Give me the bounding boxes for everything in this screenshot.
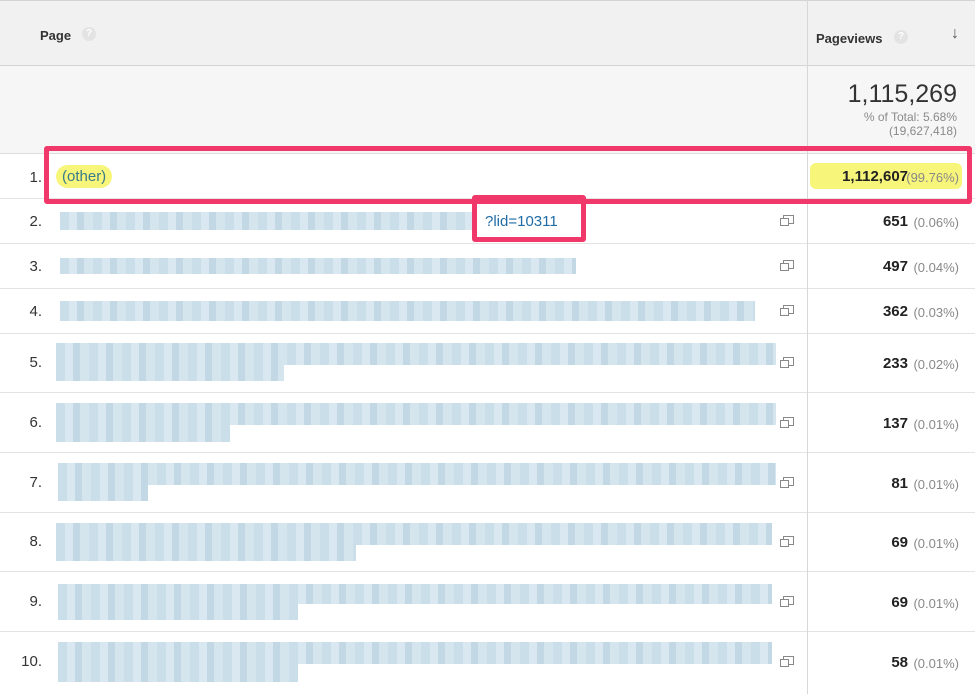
report-table: Page ? Pageviews ? ↓ 1,115,269 % of Tota… — [0, 0, 975, 694]
row-index: 3. — [29, 258, 42, 275]
row-pageviews: 497 — [882, 258, 908, 275]
total-percent: % of Total: 5.68% (19,627,418) — [864, 110, 957, 138]
row-index: 9. — [29, 593, 42, 610]
row-pageviews: 69 — [891, 594, 908, 611]
redacted-page-path[interactable] — [56, 403, 776, 425]
redacted-page-path-wrap — [56, 365, 284, 381]
table-row[interactable]: 5. 233 (0.02%) — [0, 334, 975, 393]
open-external-icon[interactable] — [780, 215, 794, 226]
total-percent-label: % of Total: 5.68% — [863, 110, 957, 124]
totals-row: 1,115,269 % of Total: 5.68% (19,627,418) — [0, 66, 975, 154]
open-external-icon[interactable] — [780, 417, 794, 428]
row-percent: (0.01%) — [913, 417, 959, 432]
row-percent: (0.01%) — [913, 596, 959, 611]
open-external-icon[interactable] — [780, 596, 794, 607]
redacted-page-path[interactable] — [58, 642, 772, 664]
open-external-icon[interactable] — [780, 357, 794, 368]
redacted-page-path-wrap — [58, 604, 298, 620]
row-pageviews: 362 — [882, 303, 908, 320]
total-pageviews: 1,115,269 — [847, 80, 957, 108]
row-index: 10. — [21, 653, 42, 670]
row-index: 2. — [29, 213, 42, 230]
page-column-header[interactable]: Page — [40, 28, 71, 43]
row-index: 7. — [29, 474, 42, 491]
row-pageviews: 58 — [891, 654, 908, 671]
row-percent: (0.01%) — [913, 477, 959, 492]
table-row[interactable]: 3. 497 (0.04%) — [0, 244, 975, 289]
table-row[interactable]: 7. 81 (0.01%) — [0, 453, 975, 513]
row-percent: (0.04%) — [913, 260, 959, 275]
open-external-icon[interactable] — [780, 536, 794, 547]
row-percent: (0.01%) — [913, 656, 959, 671]
pageviews-help-icon[interactable]: ? — [894, 30, 908, 44]
row-pageviews: 69 — [891, 534, 908, 551]
table-row[interactable]: 6. 137 (0.01%) — [0, 393, 975, 453]
redacted-page-path[interactable] — [58, 463, 776, 485]
row-index: 8. — [29, 533, 42, 550]
row-percent: (0.01%) — [913, 536, 959, 551]
open-external-icon[interactable] — [780, 305, 794, 316]
open-external-icon[interactable] — [780, 477, 794, 488]
redacted-page-path-wrap — [56, 425, 230, 442]
table-row[interactable]: 4. 362 (0.03%) — [0, 289, 975, 334]
arrow-down-icon[interactable]: ↓ — [951, 25, 959, 43]
row-percent: (0.02%) — [913, 357, 959, 372]
row-percent: (0.06%) — [913, 215, 959, 230]
redacted-page-path[interactable] — [60, 258, 576, 274]
redacted-page-path-wrap — [58, 664, 298, 682]
redacted-page-path-wrap — [56, 545, 356, 561]
pageviews-column-header[interactable]: Pageviews — [816, 31, 883, 46]
total-overall: (19,627,418) — [888, 124, 957, 138]
annotation-box-query-string — [472, 195, 586, 242]
redacted-page-path[interactable] — [58, 584, 772, 604]
row-pageviews: 81 — [891, 475, 908, 492]
redacted-page-path[interactable] — [60, 212, 475, 230]
row-percent: (0.03%) — [913, 305, 959, 320]
row-index: 5. — [29, 354, 42, 371]
row-pageviews: 651 — [882, 213, 908, 230]
table-row[interactable]: 10. 58 (0.01%) — [0, 632, 975, 694]
row-index: 1. — [29, 169, 42, 186]
redacted-page-path-wrap — [58, 485, 148, 501]
table-header: Page ? Pageviews ? ↓ — [0, 0, 975, 66]
row-pageviews: 137 — [882, 415, 908, 432]
row-index: 4. — [29, 303, 42, 320]
open-external-icon[interactable] — [780, 656, 794, 667]
table-row[interactable]: 8. 69 (0.01%) — [0, 513, 975, 572]
row-index: 6. — [29, 414, 42, 431]
table-row[interactable]: 9. 69 (0.01%) — [0, 572, 975, 632]
open-external-icon[interactable] — [780, 260, 794, 271]
redacted-page-path[interactable] — [56, 523, 772, 545]
row-pageviews: 233 — [882, 355, 908, 372]
redacted-page-path[interactable] — [56, 343, 776, 365]
page-help-icon[interactable]: ? — [82, 27, 96, 41]
redacted-page-path[interactable] — [60, 301, 755, 321]
column-divider — [807, 0, 808, 694]
